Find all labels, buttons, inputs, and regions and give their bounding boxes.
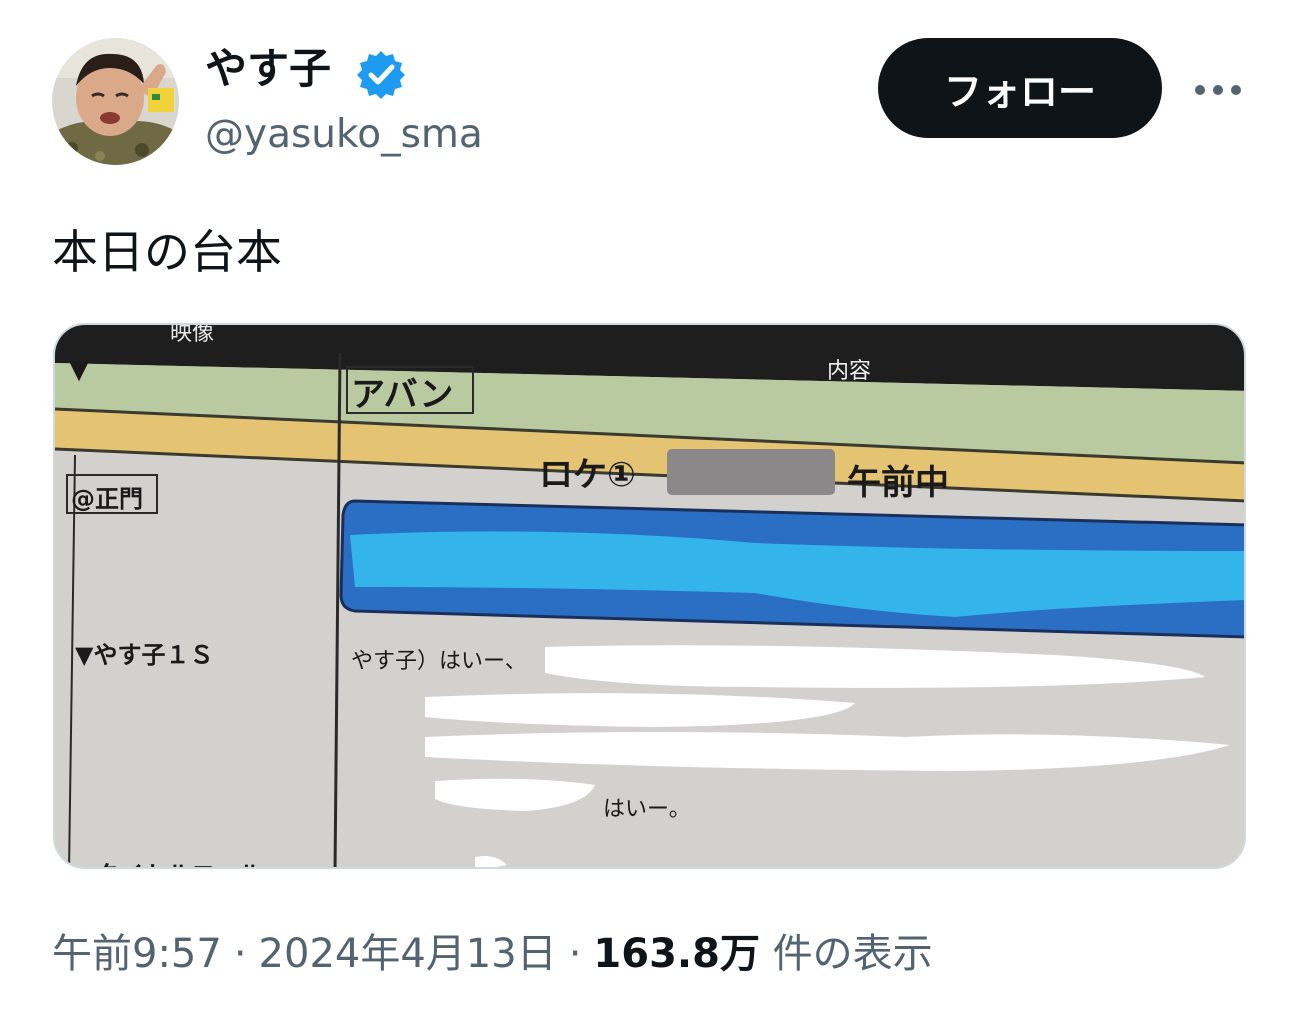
tweet-image[interactable]: 映像 内容 ▼ アバン ロケ① 午前中 @正門 ▼やす子１Ｓ ▼タイトルコール … bbox=[53, 323, 1246, 869]
script-row1-label: ▼やす子１Ｓ bbox=[75, 641, 214, 669]
more-options-icon[interactable] bbox=[1188, 60, 1248, 120]
display-name[interactable]: やす子 bbox=[205, 42, 331, 96]
script-marker: ▼ bbox=[69, 355, 89, 385]
follow-button[interactable]: フォロー bbox=[878, 38, 1162, 138]
script-scene-label: アバン bbox=[351, 375, 454, 415]
script-location-cell: @正門 bbox=[71, 485, 143, 513]
script-location-time: 午前中 bbox=[847, 463, 949, 503]
avatar[interactable] bbox=[52, 38, 179, 165]
view-count: 163.8万 bbox=[593, 931, 760, 977]
user-handle[interactable]: @yasuko_sma bbox=[205, 110, 483, 160]
script-photo bbox=[55, 325, 1244, 867]
script-header-right: 内容 bbox=[827, 359, 872, 384]
separator-dot: · bbox=[568, 931, 582, 977]
verified-badge-icon bbox=[355, 48, 407, 100]
avatar-photo bbox=[52, 38, 179, 165]
tweet-time[interactable]: 午前9:57 bbox=[52, 931, 222, 977]
view-count-label: 件の表示 bbox=[772, 931, 933, 977]
separator-dot: · bbox=[233, 931, 247, 977]
script-location-band: ロケ① bbox=[539, 455, 636, 495]
script-line2: はいー。 bbox=[603, 797, 691, 822]
tweet-date[interactable]: 2024年4月13日 bbox=[259, 931, 557, 977]
script-header-left: 映像 bbox=[170, 323, 215, 346]
script-line1: やす子）はいー、 bbox=[351, 649, 527, 674]
tweet-text: 本日の台本 bbox=[52, 225, 282, 279]
script-row2-label: ▼タイトルコール bbox=[77, 855, 263, 867]
tweet-meta: 午前9:57 · 2024年4月13日 · 163.8万 件の表示 bbox=[52, 922, 933, 986]
